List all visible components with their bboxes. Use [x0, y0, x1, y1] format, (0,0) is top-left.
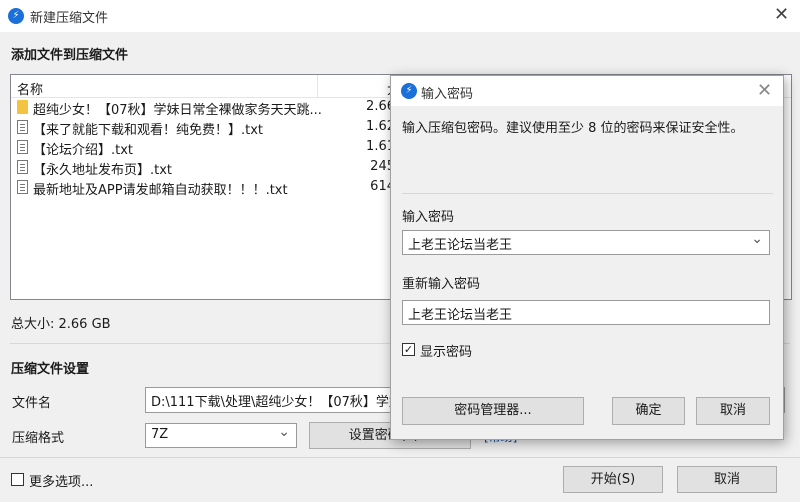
text-file-icon	[17, 140, 28, 154]
compress-settings-heading: 压缩文件设置	[11, 362, 90, 377]
password-value: 上老王论坛当老王	[408, 238, 513, 253]
file-size: 245	[370, 159, 395, 174]
dialog-title-bar: ⚡ 输入密码 ✕	[391, 76, 783, 106]
password-manager-button[interactable]: 密码管理器...	[402, 397, 584, 425]
file-size: 1.61	[366, 139, 395, 154]
divider	[0, 457, 800, 458]
password-input[interactable]: 上老王论坛当老王	[402, 230, 770, 255]
cancel-button[interactable]: 取消	[677, 466, 777, 493]
folder-icon	[17, 100, 28, 114]
file-size: 1.62	[366, 119, 395, 134]
ok-button[interactable]: 确定	[612, 397, 685, 425]
show-password-checkbox[interactable]: ✓	[402, 343, 415, 356]
password-label: 输入密码	[402, 210, 455, 225]
text-file-icon	[17, 180, 28, 194]
text-file-icon	[17, 160, 28, 174]
password-dialog[interactable]: ⚡ 输入密码 ✕ 输入压缩包密码。建议使用至少 8 位的密码来保证安全性。 输入…	[390, 75, 784, 440]
total-size: 总大小: 2.66 GB	[11, 317, 111, 332]
format-select[interactable]: 7Z	[145, 423, 297, 448]
file-name: 最新地址及APP请发邮箱自动获取！！！.txt	[33, 183, 288, 198]
app-logo-icon: ⚡	[8, 8, 24, 24]
dialog-cancel-button[interactable]: 取消	[696, 397, 770, 425]
more-options-label[interactable]: 更多选项...	[29, 471, 93, 490]
column-name-header[interactable]: 名称	[17, 79, 43, 98]
file-size: 2.66	[366, 99, 395, 114]
format-value: 7Z	[151, 427, 169, 442]
more-options-checkbox[interactable]	[11, 473, 24, 486]
divider	[402, 193, 773, 194]
format-label: 压缩格式	[12, 431, 65, 446]
confirm-password-input[interactable]: 上老王论坛当老王	[402, 300, 770, 325]
filename-label: 文件名	[12, 396, 52, 411]
title-bar: ⚡ 新建压缩文件 ✕	[0, 0, 800, 32]
close-icon[interactable]: ✕	[757, 82, 772, 100]
column-divider[interactable]	[317, 75, 318, 97]
text-file-icon	[17, 120, 28, 134]
dialog-description: 输入压缩包密码。建议使用至少 8 位的密码来保证安全性。	[402, 121, 744, 136]
file-name: 【论坛介绍】.txt	[33, 143, 134, 158]
file-name: 【永久地址发布页】.txt	[33, 163, 173, 178]
start-button[interactable]: 开始(S)	[563, 466, 663, 493]
file-name: 超纯少女！【07秋】学妹日常全裸做家务天天跳...	[33, 103, 322, 118]
app-logo-icon: ⚡	[401, 83, 417, 99]
close-icon[interactable]: ✕	[774, 6, 789, 24]
file-size: 614	[370, 179, 395, 194]
window-title: 新建压缩文件	[30, 11, 109, 26]
dialog-title: 输入密码	[421, 87, 474, 102]
file-name: 【来了就能下载和观看！纯免费！】.txt	[33, 123, 264, 138]
add-files-heading: 添加文件到压缩文件	[11, 48, 129, 63]
confirm-password-label: 重新输入密码	[402, 277, 481, 292]
show-password-label[interactable]: 显示密码	[420, 341, 472, 360]
